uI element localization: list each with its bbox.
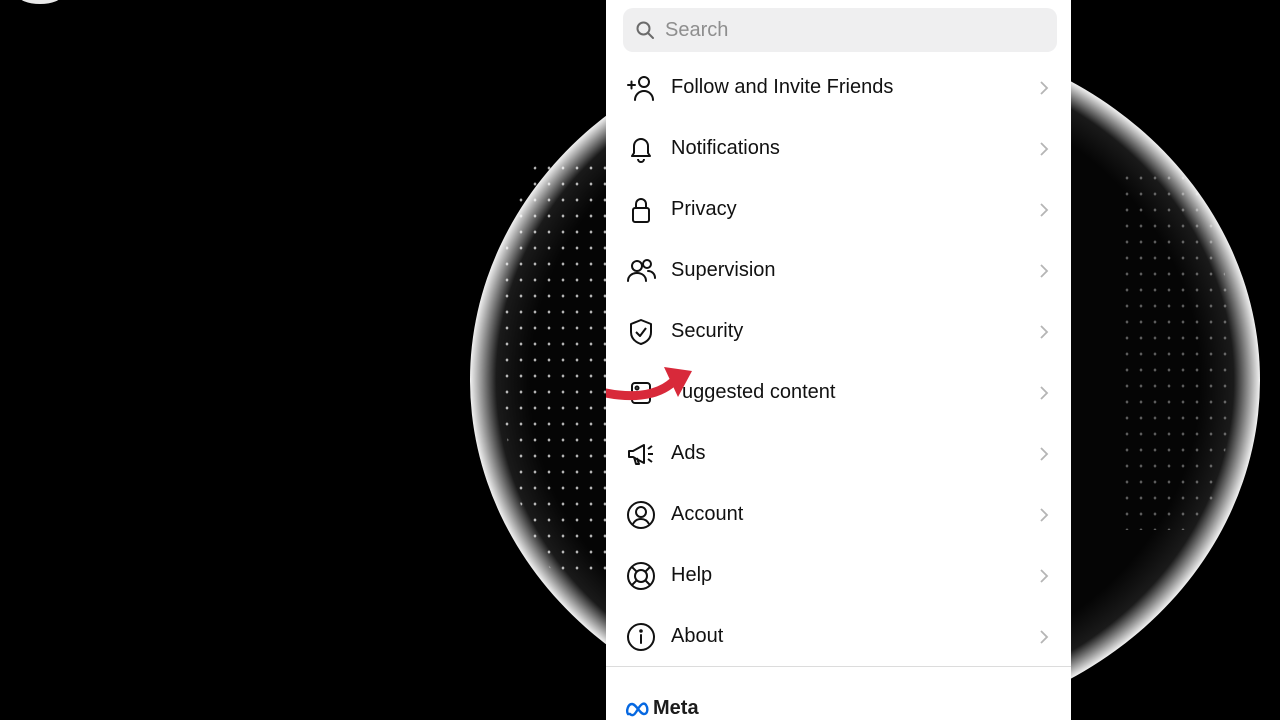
menu-item-notifications[interactable]: Notifications [606, 118, 1071, 179]
background-blob [18, 0, 62, 4]
menu-label: Security [671, 320, 744, 342]
meta-infinity-icon [626, 701, 649, 716]
settings-menu: Follow and Invite Friends Notifications … [606, 57, 1071, 667]
add-person-icon [625, 72, 657, 104]
search-input[interactable] [665, 18, 1025, 42]
menu-label: About [671, 625, 724, 647]
settings-panel: Follow and Invite Friends Notifications … [606, 0, 1071, 720]
chevron-right-icon [1037, 202, 1051, 218]
content-icon [625, 377, 657, 409]
people-icon [625, 255, 657, 287]
meta-brand-text: Meta [653, 697, 699, 719]
menu-item-follow-invite[interactable]: Follow and Invite Friends [606, 57, 1071, 118]
chevron-right-icon [1037, 629, 1051, 645]
search-bar[interactable] [623, 8, 1057, 52]
menu-item-about[interactable]: About [606, 606, 1071, 667]
chevron-right-icon [1037, 141, 1051, 157]
chevron-right-icon [1037, 446, 1051, 462]
background-dots-right [1120, 170, 1230, 530]
user-circle-icon [625, 499, 657, 531]
menu-item-account[interactable]: Account [606, 484, 1071, 545]
info-icon [625, 621, 657, 653]
divider [606, 666, 1071, 667]
chevron-right-icon [1037, 263, 1051, 279]
megaphone-icon [625, 438, 657, 470]
menu-item-security[interactable]: Security [606, 301, 1071, 362]
menu-item-help[interactable]: Help [606, 545, 1071, 606]
shield-check-icon [625, 316, 657, 348]
menu-item-supervision[interactable]: Supervision [606, 240, 1071, 301]
meta-footer-logo: Meta [625, 697, 699, 720]
menu-item-privacy[interactable]: Privacy [606, 179, 1071, 240]
chevron-right-icon [1037, 324, 1051, 340]
menu-label: Help [671, 564, 713, 586]
chevron-right-icon [1037, 507, 1051, 523]
menu-label: Notifications [671, 137, 780, 159]
menu-label: Privacy [671, 198, 737, 220]
lifebuoy-icon [625, 560, 657, 592]
lock-icon [625, 194, 657, 226]
chevron-right-icon [1037, 385, 1051, 401]
chevron-right-icon [1037, 80, 1051, 96]
menu-item-suggested-content[interactable]: uggested content [606, 362, 1071, 423]
chevron-right-icon [1037, 568, 1051, 584]
menu-label: Follow and Invite Friends [671, 76, 894, 98]
menu-label: Supervision [671, 259, 776, 281]
menu-label: uggested content [682, 381, 836, 403]
menu-item-ads[interactable]: Ads [606, 423, 1071, 484]
bell-icon [625, 133, 657, 165]
menu-label: Ads [671, 442, 706, 464]
search-icon [636, 21, 654, 39]
menu-label: Account [671, 503, 744, 525]
